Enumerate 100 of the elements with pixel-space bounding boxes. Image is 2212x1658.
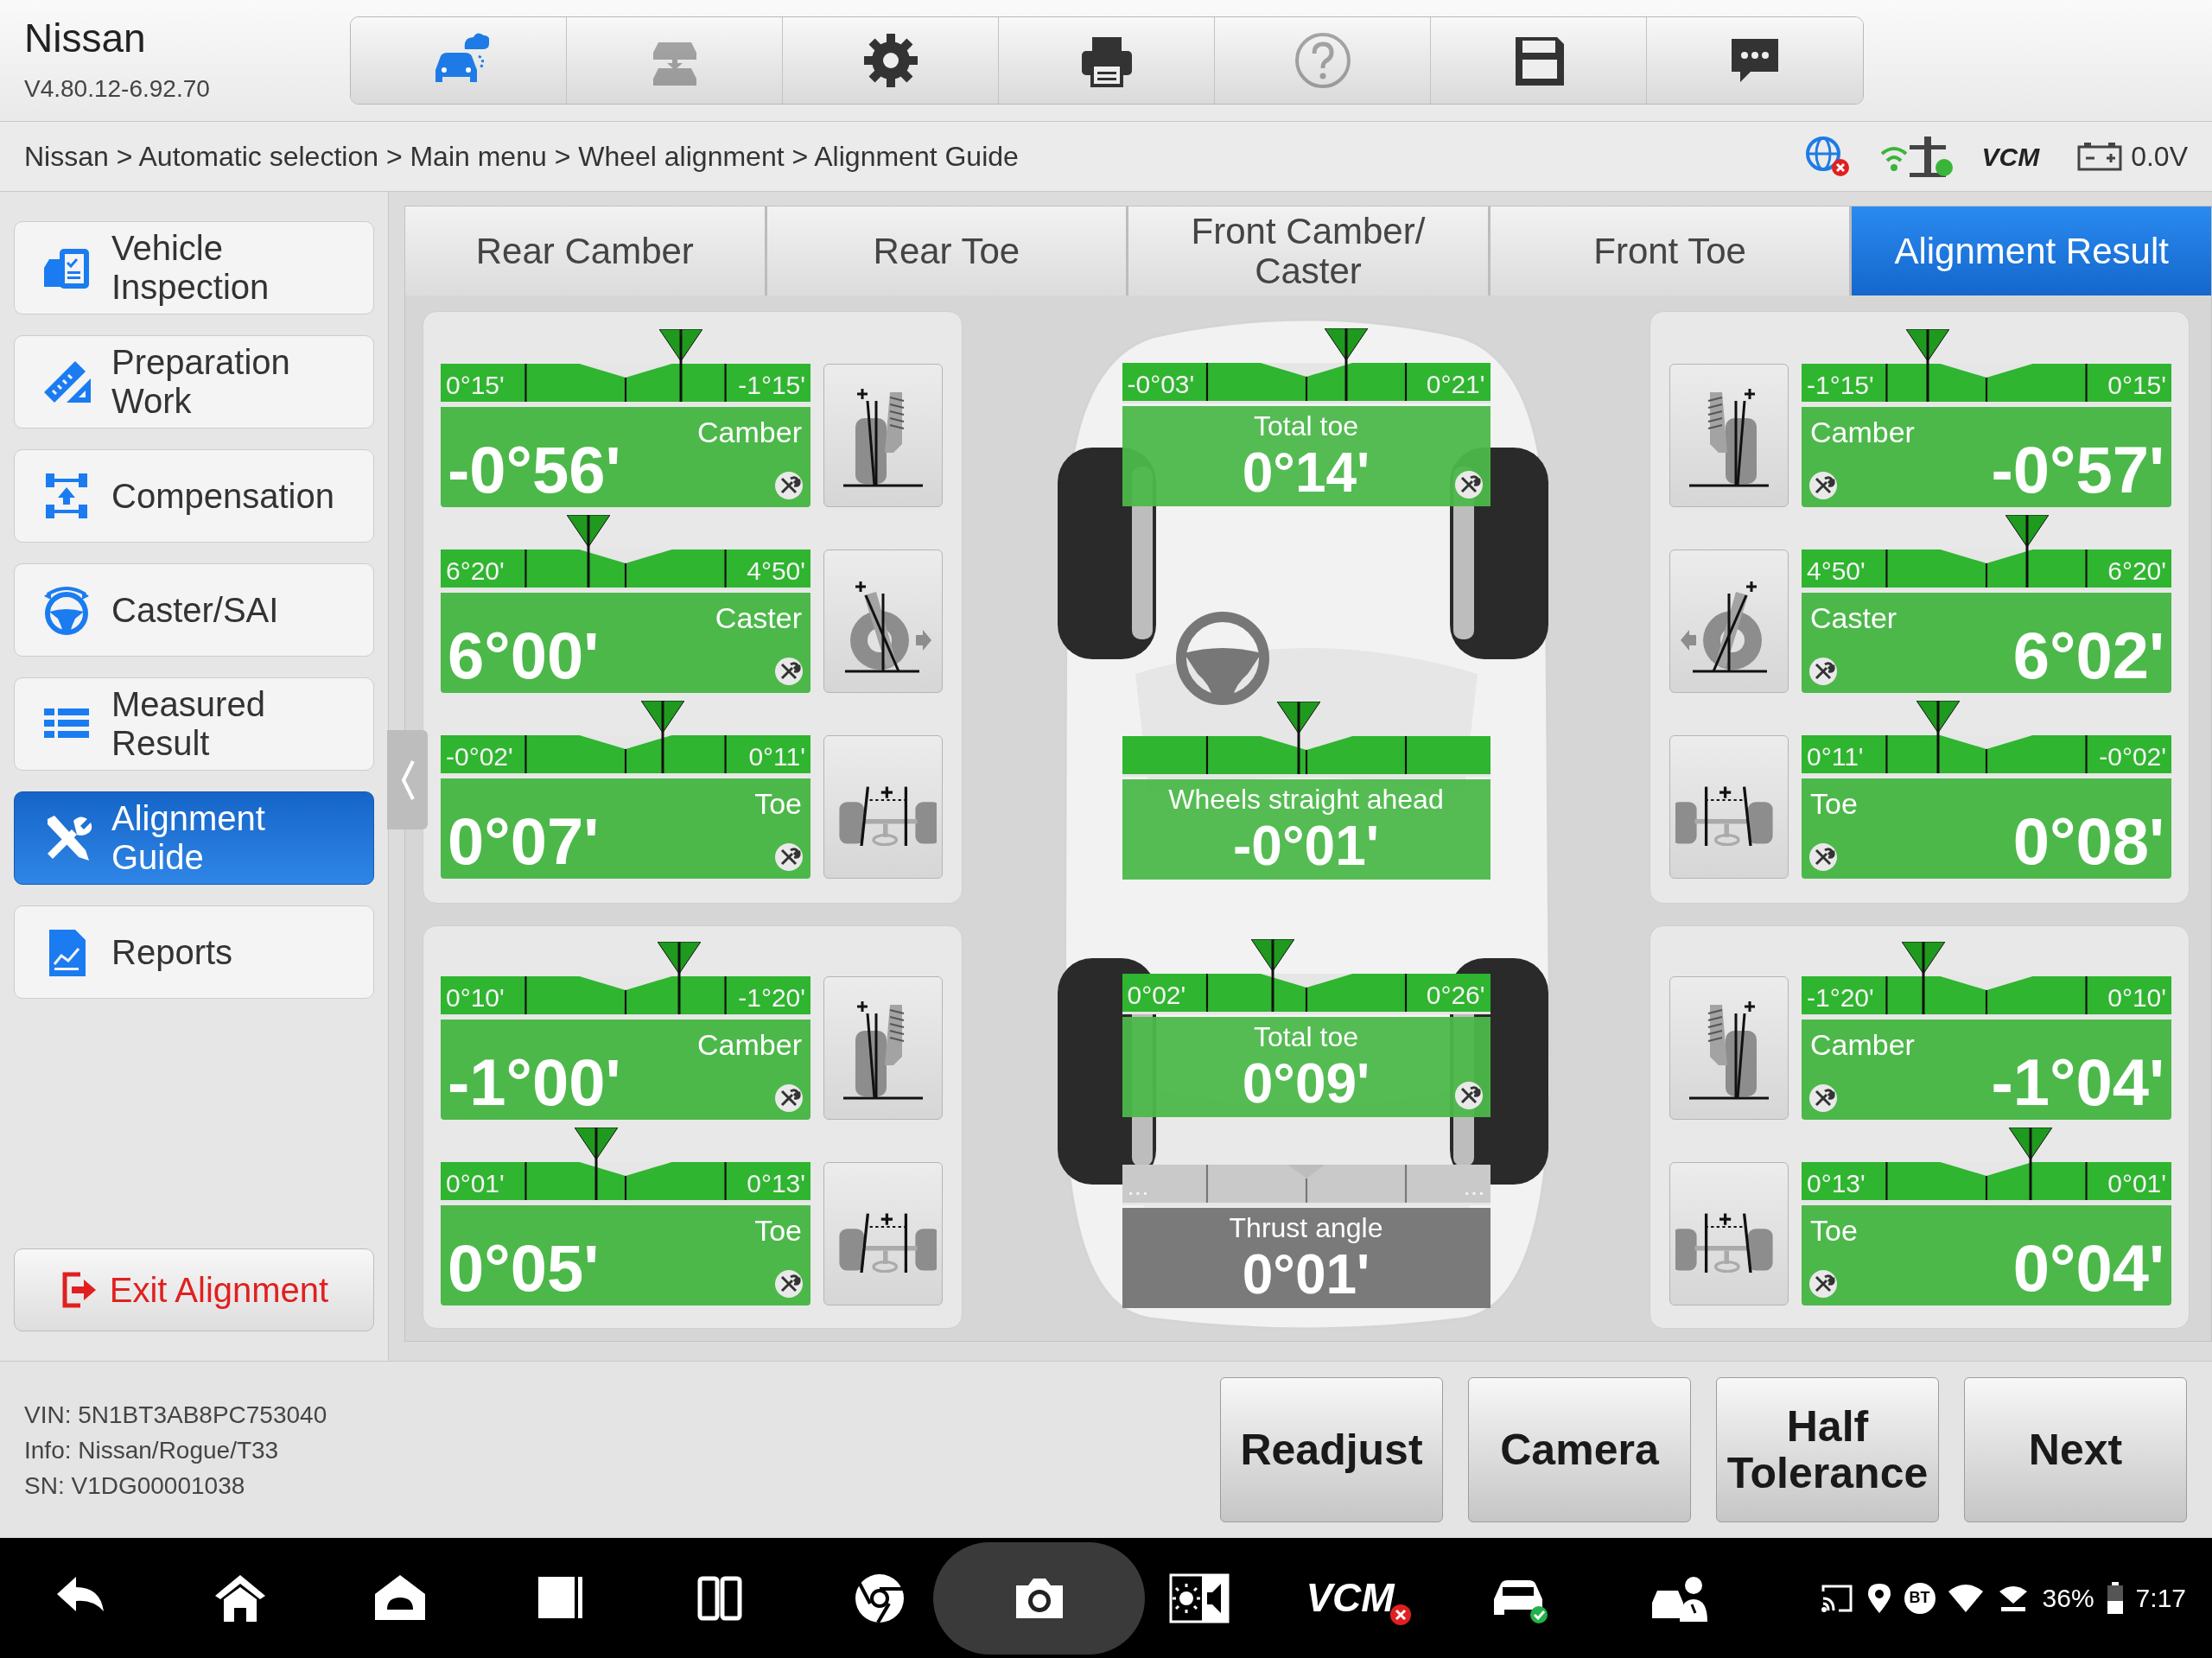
wrench-icon	[774, 657, 804, 686]
toolbar-button[interactable]	[1431, 17, 1647, 104]
angle-label: Wheels straight ahead	[1168, 783, 1444, 816]
angle-value: 0°05'	[448, 1231, 600, 1305]
range-min-label: ...	[1127, 1172, 1149, 1200]
angle-label: Camber	[1810, 415, 1915, 450]
tab[interactable]: Rear Toe	[766, 206, 1129, 295]
range-max-label: 6°20'	[2107, 557, 2166, 585]
angle-value: -0°56'	[448, 433, 621, 507]
angle-label: Camber	[697, 1027, 802, 1063]
sidebar-item[interactable]: Caster/SAI	[14, 563, 374, 657]
chevron-left-icon	[399, 758, 416, 802]
angle-label: Caster	[715, 600, 802, 636]
wrench-icon	[774, 1083, 804, 1113]
range-max-label: -0°02'	[2099, 743, 2166, 771]
wrench-icon	[1808, 657, 1838, 686]
range-min-label: -0°02'	[446, 743, 513, 771]
clock-time: 7:17	[2135, 1583, 2186, 1614]
wrench-icon	[774, 1269, 804, 1299]
sidebar-item[interactable]: Vehicle Inspection	[14, 221, 374, 314]
battery-percent: 36%	[2042, 1583, 2094, 1614]
range-max-label: 0°21'	[1426, 371, 1485, 398]
tab[interactable]: Alignment Result	[1852, 206, 2211, 295]
range-min-label: 6°20'	[446, 557, 505, 585]
angle-value: -0°57'	[1991, 433, 2164, 507]
toolbar-button[interactable]	[999, 17, 1215, 104]
vehicle-info-line: Info: Nissan/Rogue/T33	[24, 1435, 280, 1465]
bluetooth-badge: BT	[1904, 1582, 1936, 1614]
angle-label: Total toe	[1254, 1020, 1358, 1053]
range-max-label: 0°01'	[2107, 1170, 2166, 1197]
angle-label: Camber	[697, 415, 802, 450]
range-max-label: ...	[1463, 1172, 1485, 1200]
collapse-handle[interactable]	[387, 730, 428, 829]
range-min-label: -1°15'	[1807, 372, 1874, 399]
range-max-label: 0°15'	[2107, 372, 2166, 399]
range-max-label: -1°15'	[738, 372, 805, 399]
vehicle-info-line: SN: V1DG00001038	[24, 1471, 246, 1501]
sidebar-item[interactable]: Preparation Work	[14, 335, 374, 429]
vcm-status: VCM	[1981, 141, 2041, 173]
location-icon	[1866, 1581, 1892, 1615]
angle-value: 0°07'	[448, 804, 600, 879]
angle-value: 0°14'	[1242, 442, 1370, 503]
toolbar-button[interactable]	[1647, 17, 1863, 104]
range-min-label: 0°02'	[1127, 981, 1186, 1009]
angle-value: 0°08'	[2012, 804, 2164, 879]
vcm-button[interactable]: VCM	[1306, 1568, 1395, 1628]
toolbar-button[interactable]	[783, 17, 999, 104]
sidebar-item[interactable]: Reports	[14, 905, 374, 999]
angle-value: 0°01'	[1242, 1244, 1370, 1305]
angle-value: 6°00'	[448, 619, 600, 693]
exit-button[interactable]: Exit Alignment	[14, 1248, 374, 1331]
range-max-label: 0°26'	[1426, 981, 1485, 1009]
range-max-label: 4°50'	[747, 557, 805, 585]
range-min-label: -1°20'	[1807, 984, 1874, 1012]
angle-label: Toe	[754, 1213, 802, 1248]
angle-label: Toe	[1810, 786, 1858, 822]
wrench-icon	[1453, 1081, 1484, 1110]
voltage-reading: 0.0V	[2131, 140, 2188, 174]
wrench-icon	[1808, 471, 1838, 500]
angle-value: -1°00'	[448, 1045, 621, 1120]
angle-value: -0°01'	[1233, 816, 1379, 876]
angle-label: Thrust angle	[1229, 1211, 1383, 1244]
wrench-icon	[774, 471, 804, 500]
battery-icon	[2077, 142, 2123, 171]
tab[interactable]: Rear Camber	[405, 206, 767, 295]
range-min-label: 0°13'	[1807, 1170, 1866, 1197]
range-max-label: 0°11'	[748, 743, 805, 771]
app-title: Nissan	[24, 15, 147, 62]
angle-label: Camber	[1810, 1027, 1915, 1063]
angle-value: 6°02'	[2012, 619, 2164, 693]
range-min-label: 0°10'	[446, 984, 505, 1012]
angle-value: -1°04'	[1991, 1045, 2164, 1120]
angle-label: Toe	[754, 786, 802, 822]
range-min-label: 0°01'	[446, 1170, 505, 1197]
range-max-label: 0°13'	[747, 1170, 805, 1197]
action-button[interactable]: Half Tolerance	[1716, 1377, 1939, 1522]
action-button[interactable]: Camera	[1468, 1377, 1691, 1522]
wifi-icon	[1947, 1582, 1984, 1614]
steering-wheel-icon	[1176, 612, 1269, 705]
sidebar-item[interactable]: Measured Result	[14, 677, 374, 771]
breadcrumb: Nissan > Automatic selection > Main menu > Wheel alignment > Alignment Guide	[24, 140, 1019, 174]
sidebar-item[interactable]: Alignment Guide	[14, 791, 374, 885]
range-max-label: -1°20'	[738, 984, 805, 1012]
angle-label: Caster	[1810, 600, 1897, 636]
sidebar-item[interactable]: Compensation	[14, 449, 374, 543]
wrench-icon	[774, 842, 804, 872]
action-button[interactable]: Readjust	[1220, 1377, 1443, 1522]
action-button[interactable]: Next	[1964, 1377, 2187, 1522]
vehicle-info-line: VIN: 5N1BT3AB8PC753040	[24, 1400, 327, 1430]
range-min-label: 0°15'	[446, 372, 505, 399]
angle-label: Toe	[1810, 1213, 1858, 1248]
battery-icon	[2106, 1581, 2124, 1615]
range-min-label: 4°50'	[1807, 557, 1866, 585]
angle-value: 0°09'	[1242, 1053, 1370, 1114]
wrench-icon	[1453, 470, 1484, 499]
tab[interactable]: Front Toe	[1490, 206, 1853, 295]
tab[interactable]: Front Camber/ Caster	[1128, 206, 1491, 295]
wrench-icon	[1808, 1083, 1838, 1113]
range-max-label: 0°10'	[2107, 984, 2166, 1012]
range-min-label: 0°11'	[1807, 743, 1864, 771]
